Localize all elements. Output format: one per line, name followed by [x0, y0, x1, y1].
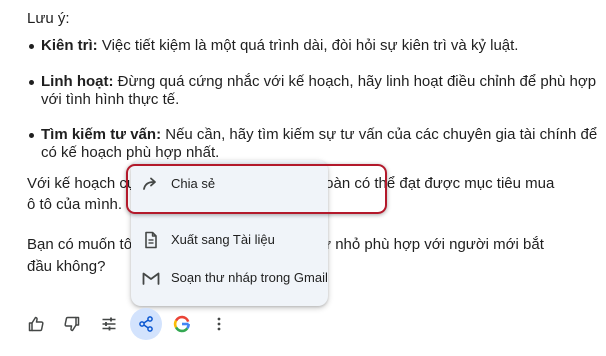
share-menu-item-export-docs[interactable]: Xuất sang Tài liệu: [131, 220, 328, 260]
more-vert-icon: [210, 315, 228, 333]
share-icon: [137, 315, 155, 333]
bullet-tu-van: Tìm kiếm tư vấn: Nếu cần, hãy tìm kiếm s…: [41, 126, 598, 143]
google-icon: [173, 315, 191, 333]
export-docs-label: Xuất sang Tài liệu: [171, 232, 275, 247]
share-menu-item-gmail[interactable]: Soạn thư nháp trong Gmail: [131, 258, 328, 298]
para2-line2: đầu không?: [27, 258, 106, 275]
gmail-icon: [141, 268, 161, 288]
share-menu-item-share[interactable]: Chia sẻ: [131, 164, 328, 204]
thumb-down-icon: [63, 315, 81, 333]
thumb-up-button[interactable]: [20, 308, 52, 340]
bullet-dot: [29, 133, 34, 138]
para2-right: ư nhỏ phù hợp với người mới bắt: [321, 236, 544, 253]
thumb-down-button[interactable]: [56, 308, 88, 340]
thumb-up-icon: [27, 315, 45, 333]
para1-right: toàn có thể đạt được mục tiêu mua: [321, 175, 555, 192]
share-button[interactable]: [130, 308, 162, 340]
bullet-dot: [29, 80, 34, 85]
share-menu-label: Chia sẻ: [171, 176, 216, 191]
google-check-button[interactable]: [166, 308, 198, 340]
bullet-linh-hoat: Linh hoạt: Đừng quá cứng nhắc với kế hoạ…: [41, 73, 597, 90]
docs-icon: [141, 230, 161, 250]
bullet-dot: [29, 44, 34, 49]
para2-left: Bạn có muốn tôi: [27, 236, 136, 253]
bullet-linh-hoat-cont: với tình hình thực tế.: [41, 91, 180, 108]
gmail-draft-label: Soạn thư nháp trong Gmail: [171, 270, 328, 285]
bullet-kien-tri: Kiên trì: Việc tiết kiệm là một quá trìn…: [41, 37, 519, 54]
para1-line2: ô tô của mình.: [27, 196, 123, 213]
para1-left: Với kế hoạch cụ: [27, 175, 136, 192]
action-bar: [0, 306, 606, 342]
modify-response-button[interactable]: [93, 308, 125, 340]
note-heading: Lưu ý:: [27, 10, 70, 27]
share-menu: Chia sẻ Xuất sang Tài liệu Soạn thư nháp…: [131, 160, 328, 306]
share-arrow-icon: [141, 174, 161, 194]
more-options-button[interactable]: [203, 308, 235, 340]
tune-icon: [100, 315, 118, 333]
